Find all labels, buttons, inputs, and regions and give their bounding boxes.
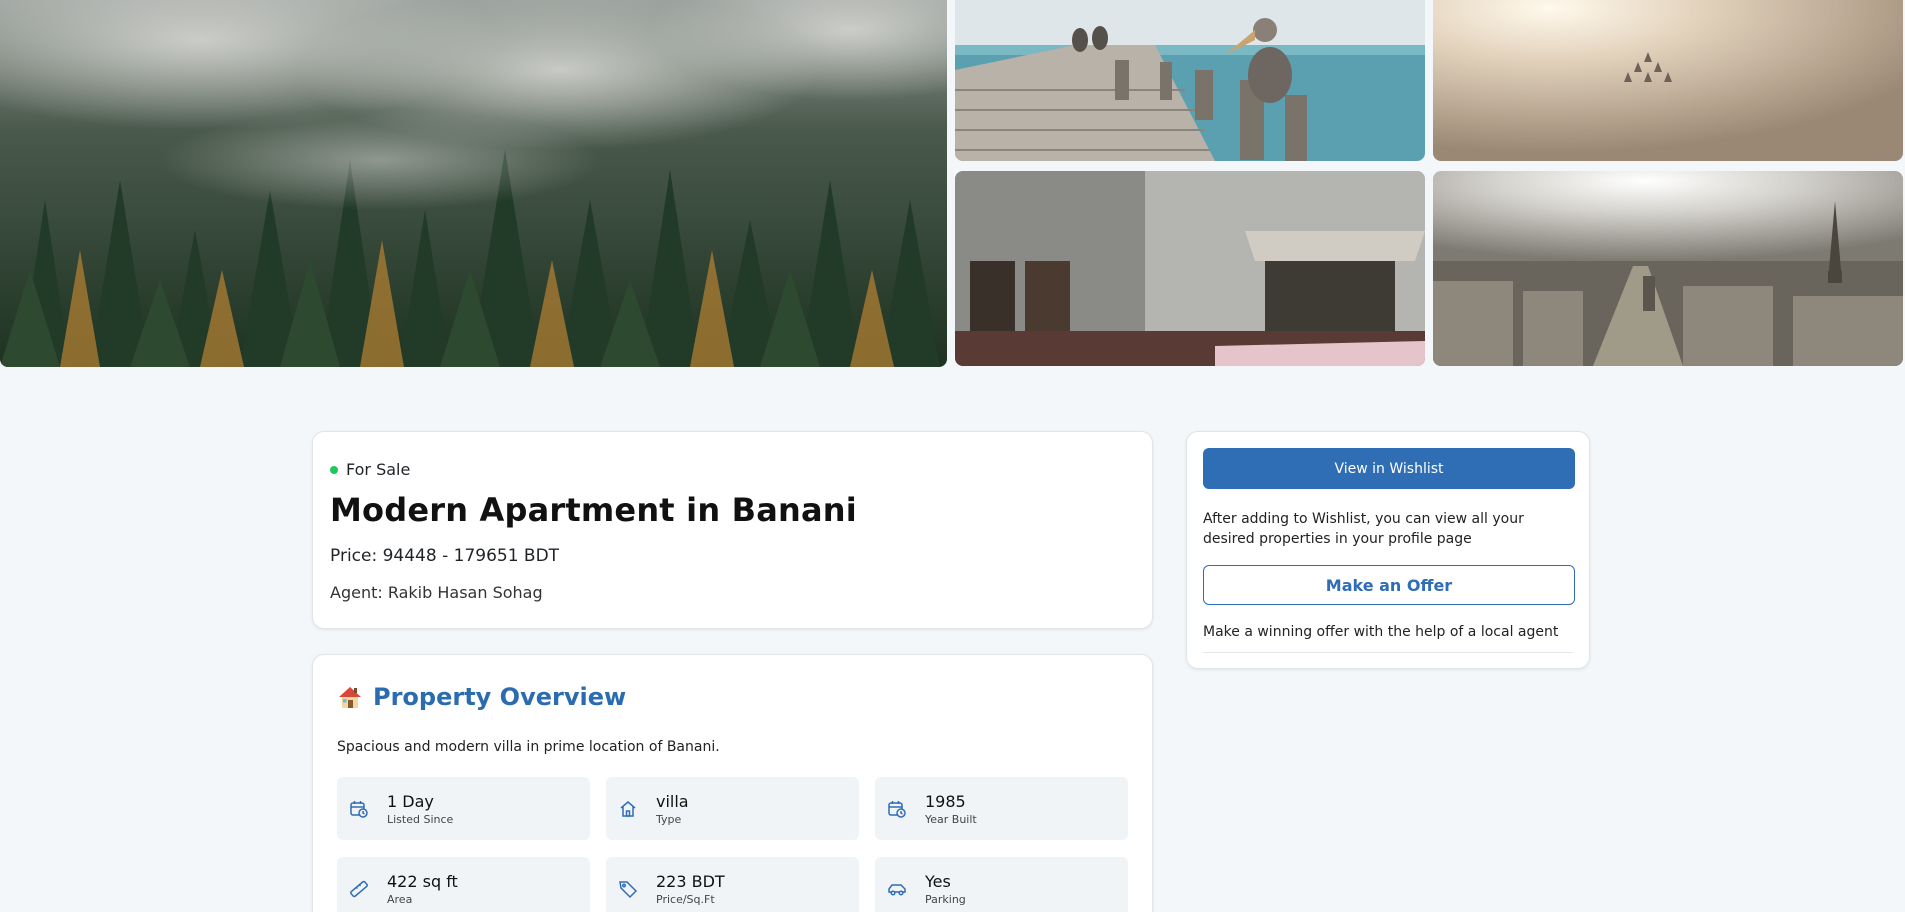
gallery-main-photo[interactable] (0, 0, 947, 367)
listing-agent: Agent: Rakib Hasan Sohag (330, 583, 543, 602)
stat-type: villa Type (606, 777, 859, 840)
tag-icon (619, 880, 638, 898)
offer-note: Make a winning offer with the help of a … (1203, 624, 1559, 640)
stat-value: 223 BDT (656, 871, 725, 891)
view-wishlist-button[interactable]: View in Wishlist (1203, 448, 1575, 489)
car-icon (888, 883, 906, 896)
gallery-photo-building[interactable] (955, 171, 1425, 366)
gallery-photo-sky[interactable] (1433, 0, 1903, 161)
stat-label: Price/Sq.Ft (656, 892, 715, 906)
stat-value: Yes (925, 871, 951, 891)
calendar-clock-icon (350, 800, 368, 818)
stat-value: 1 Day (387, 791, 434, 811)
listing-status: For Sale (330, 460, 1135, 479)
gallery-photo-city[interactable] (1433, 171, 1903, 366)
stat-area: 422 sq ft Area (337, 857, 590, 912)
stat-year-built: 1985 Year Built (875, 777, 1128, 840)
stat-price-per-sqft: 223 BDT Price/Sq.Ft (606, 857, 859, 912)
stat-label: Parking (925, 892, 966, 906)
stat-parking: Yes Parking (875, 857, 1128, 912)
stat-value: 1985 (925, 791, 966, 811)
status-label: For Sale (346, 460, 411, 479)
wishlist-note: After adding to Wishlist, you can view a… (1203, 511, 1524, 547)
divider (1203, 652, 1573, 653)
stat-listed-since: 1 Day Listed Since (337, 777, 590, 840)
actions-sidebar-card: View in Wishlist After adding to Wishlis… (1186, 431, 1590, 669)
overview-title: Property Overview (373, 683, 627, 711)
listing-summary-card: For Sale Modern Apartment in Banani Pric… (312, 431, 1153, 629)
status-dot-icon (330, 465, 338, 474)
photo-gallery (0, 0, 1905, 367)
calendar-clock-icon (888, 800, 906, 818)
property-overview-card: Property Overview Spacious and modern vi… (312, 654, 1153, 912)
stat-value: villa (656, 791, 689, 811)
stat-label: Listed Since (387, 812, 454, 826)
stat-label: Area (387, 892, 413, 906)
house-emoji-icon (339, 687, 361, 708)
gallery-photo-pier[interactable] (955, 0, 1425, 161)
overview-header: Property Overview (337, 683, 1128, 711)
overview-description: Spacious and modern villa in prime locat… (337, 739, 720, 755)
stat-label: Year Built (925, 812, 977, 826)
home-icon (620, 800, 636, 817)
stat-value: 422 sq ft (387, 871, 458, 891)
make-offer-button[interactable]: Make an Offer (1203, 565, 1575, 605)
listing-title: Modern Apartment in Banani (330, 491, 857, 529)
listing-price: Price: 94448 - 179651 BDT (330, 546, 560, 566)
stat-label: Type (656, 812, 682, 826)
ruler-icon (350, 880, 368, 897)
